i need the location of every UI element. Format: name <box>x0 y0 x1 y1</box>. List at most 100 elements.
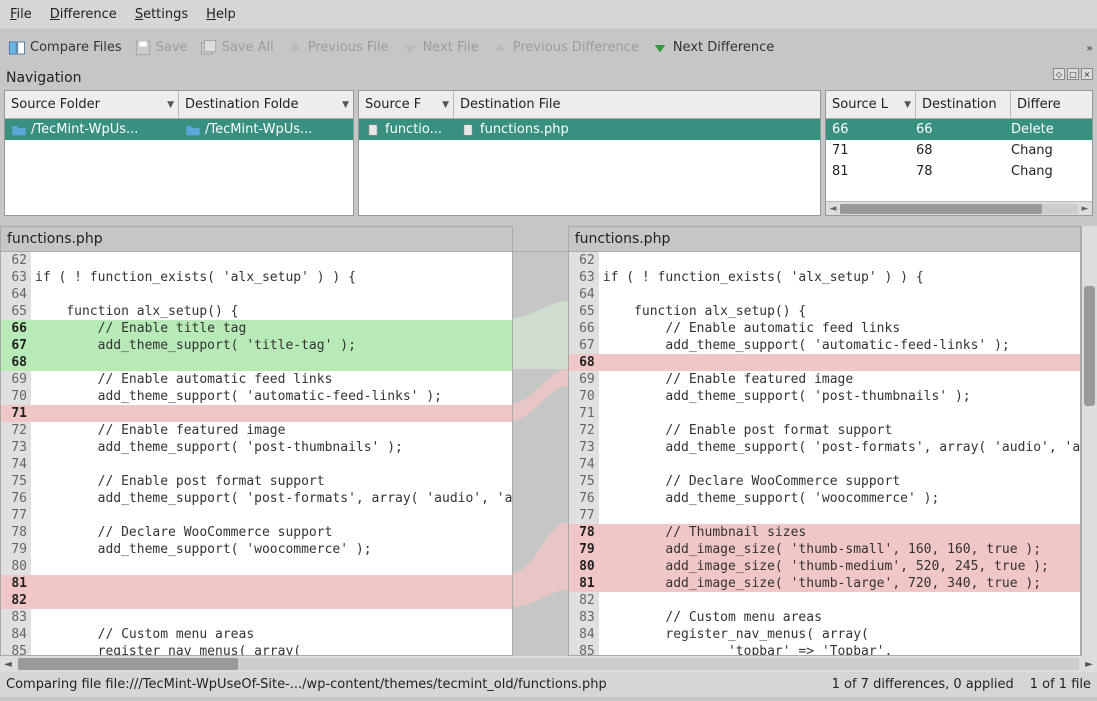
source-file-row[interactable]: functio... <box>359 119 454 140</box>
code-line[interactable]: 71 <box>569 405 1080 422</box>
chevron-down-icon: ▼ <box>442 100 449 110</box>
save-button[interactable]: Save <box>134 39 188 57</box>
code-line[interactable]: 71 <box>1 405 512 422</box>
code-line[interactable]: 84 // Custom menu areas <box>1 626 512 643</box>
diff-row[interactable]: 8178Chang <box>826 161 1092 182</box>
destination-file-row[interactable]: functions.php <box>454 119 820 140</box>
file-icon <box>460 123 476 137</box>
code-line[interactable]: 77 <box>569 507 1080 524</box>
diff-connector <box>513 226 567 656</box>
code-line[interactable]: 63if ( ! function_exists( 'alx_setup' ) … <box>569 269 1080 286</box>
menu-help[interactable]: Help <box>206 7 236 22</box>
code-line[interactable]: 73 add_theme_support( 'post-formats', ar… <box>569 439 1080 456</box>
navigation-panels: Source Folder▼ Destination Folde▼ /TecMi… <box>0 88 1097 218</box>
code-line[interactable]: 85 'topbar' => 'Topbar', <box>569 643 1080 655</box>
code-line[interactable]: 65 function alx_setup() { <box>569 303 1080 320</box>
folder-icon <box>11 123 27 137</box>
vertical-scrollbar[interactable] <box>1081 226 1097 656</box>
code-line[interactable]: 75 // Enable post format support <box>1 473 512 490</box>
code-line[interactable]: 64 <box>1 286 512 303</box>
right-code-area[interactable]: 6263if ( ! function_exists( 'alx_setup' … <box>569 252 1080 655</box>
previous-file-button[interactable]: Previous File <box>286 39 389 57</box>
source-folder-header[interactable]: Source Folder▼ <box>5 91 179 118</box>
source-folder-row[interactable]: /TecMint-WpUs... <box>5 119 179 140</box>
destination-folder-row[interactable]: /TecMint-WpUs... <box>179 119 353 140</box>
next-file-button[interactable]: Next File <box>401 39 479 57</box>
code-line[interactable]: 76 add_theme_support( 'post-formats', ar… <box>1 490 512 507</box>
panel-close-icon[interactable]: × <box>1081 68 1093 80</box>
code-line[interactable]: 79 add_image_size( 'thumb-small', 160, 1… <box>569 541 1080 558</box>
previous-difference-button[interactable]: Previous Difference <box>491 39 639 57</box>
code-line[interactable]: 77 <box>1 507 512 524</box>
horizontal-scrollbar[interactable]: ◄ ► <box>0 656 1097 672</box>
code-line[interactable]: 84 register_nav_menus( array( <box>569 626 1080 643</box>
code-line[interactable]: 62 <box>569 252 1080 269</box>
save-icon <box>134 39 152 57</box>
code-line[interactable]: 82 <box>569 592 1080 609</box>
code-line[interactable]: 75 // Declare WooCommerce support <box>569 473 1080 490</box>
code-line[interactable]: 74 <box>1 456 512 473</box>
code-line[interactable]: 74 <box>569 456 1080 473</box>
code-line[interactable]: 72 // Enable featured image <box>1 422 512 439</box>
next-difference-button[interactable]: Next Difference <box>651 39 774 57</box>
code-line[interactable]: 73 add_theme_support( 'post-thumbnails' … <box>1 439 512 456</box>
source-file-name: functio... <box>385 122 442 137</box>
toolbar-overflow-icon[interactable]: » <box>1086 41 1093 54</box>
code-line[interactable]: 65 function alx_setup() { <box>1 303 512 320</box>
code-line[interactable]: 83 <box>1 609 512 626</box>
panel-detach-icon[interactable]: ◇ <box>1053 68 1065 80</box>
source-file-header[interactable]: Source F▼ <box>359 91 454 118</box>
code-line[interactable]: 85 register_nav_menus( array( <box>1 643 512 655</box>
prev-diff-icon <box>491 39 509 57</box>
right-editor-title: functions.php <box>569 227 1080 252</box>
file-icon <box>365 123 381 137</box>
code-line[interactable]: 67 add_theme_support( 'automatic-feed-li… <box>569 337 1080 354</box>
code-line[interactable]: 70 add_theme_support( 'automatic-feed-li… <box>1 388 512 405</box>
prev-file-icon <box>286 39 304 57</box>
code-line[interactable]: 66 // Enable automatic feed links <box>569 320 1080 337</box>
diff-list-hscroll[interactable]: ◄► <box>826 201 1092 215</box>
code-line[interactable]: 81 add_image_size( 'thumb-large', 720, 3… <box>569 575 1080 592</box>
save-all-button[interactable]: Save All <box>200 39 274 57</box>
code-line[interactable]: 68 <box>569 354 1080 371</box>
save-all-icon <box>200 39 218 57</box>
diff-row[interactable]: 6666Delete <box>826 119 1092 140</box>
code-line[interactable]: 81 <box>1 575 512 592</box>
menu-difference[interactable]: Difference <box>50 7 117 22</box>
code-line[interactable]: 79 add_theme_support( 'woocommerce' ); <box>1 541 512 558</box>
code-line[interactable]: 82 <box>1 592 512 609</box>
code-line[interactable]: 80 <box>1 558 512 575</box>
panel-restore-icon[interactable]: □ <box>1067 68 1079 80</box>
code-line[interactable]: 70 add_theme_support( 'post-thumbnails' … <box>569 388 1080 405</box>
code-line[interactable]: 64 <box>569 286 1080 303</box>
folder-panel: Source Folder▼ Destination Folde▼ /TecMi… <box>4 90 354 216</box>
code-line[interactable]: 66 // Enable title tag <box>1 320 512 337</box>
code-line[interactable]: 67 add_theme_support( 'title-tag' ); <box>1 337 512 354</box>
code-line[interactable]: 63if ( ! function_exists( 'alx_setup' ) … <box>1 269 512 286</box>
diff-row[interactable]: 7168Chang <box>826 140 1092 161</box>
left-editor: functions.php 6263if ( ! function_exists… <box>0 226 513 656</box>
left-code-area[interactable]: 6263if ( ! function_exists( 'alx_setup' … <box>1 252 512 655</box>
destination-folder-path: /TecMint-WpUs... <box>205 122 312 137</box>
destination-file-header[interactable]: Destination File <box>454 91 820 118</box>
compare-files-button[interactable]: Compare Files <box>8 39 122 57</box>
code-line[interactable]: 68 <box>1 354 512 371</box>
menu-file[interactable]: File <box>10 7 32 22</box>
code-line[interactable]: 76 add_theme_support( 'woocommerce' ); <box>569 490 1080 507</box>
code-line[interactable]: 83 // Custom menu areas <box>569 609 1080 626</box>
destination-folder-header[interactable]: Destination Folde▼ <box>179 91 353 118</box>
code-line[interactable]: 69 // Enable automatic feed links <box>1 371 512 388</box>
source-line-header[interactable]: Source L▼ <box>826 91 916 118</box>
navigation-label: Navigation <box>6 70 82 86</box>
code-line[interactable]: 72 // Enable post format support <box>569 422 1080 439</box>
splitter-handle[interactable]: · · · · · <box>0 218 1097 226</box>
code-line[interactable]: 62 <box>1 252 512 269</box>
destination-line-header[interactable]: Destination <box>916 91 1011 118</box>
code-line[interactable]: 78 // Declare WooCommerce support <box>1 524 512 541</box>
right-editor: functions.php 6263if ( ! function_exists… <box>568 226 1081 656</box>
code-line[interactable]: 69 // Enable featured image <box>569 371 1080 388</box>
difference-header[interactable]: Differe <box>1011 91 1092 118</box>
code-line[interactable]: 80 add_image_size( 'thumb-medium', 520, … <box>569 558 1080 575</box>
menu-settings[interactable]: Settings <box>135 7 188 22</box>
code-line[interactable]: 78 // Thumbnail sizes <box>569 524 1080 541</box>
